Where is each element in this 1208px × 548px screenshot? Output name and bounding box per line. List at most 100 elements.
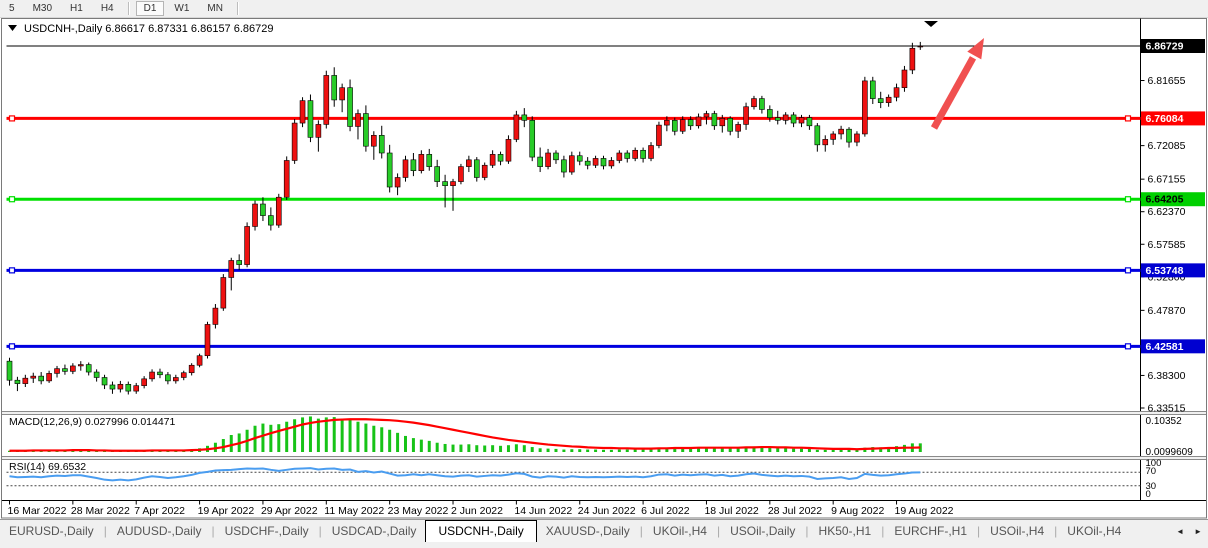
candle-body — [522, 115, 527, 120]
candle-body — [506, 139, 511, 161]
date-axis-label: 19 Aug 2022 — [895, 505, 954, 517]
candle-body — [854, 134, 859, 142]
candle-body — [759, 99, 764, 110]
price-badge-label: 6.76084 — [1146, 113, 1184, 125]
candle-body — [775, 118, 780, 121]
tab-usdcnh-daily[interactable]: USDCNH-,Daily — [425, 520, 536, 543]
candle-body — [110, 385, 115, 389]
tab-ukoil-h4[interactable]: UKOil-,H4 — [644, 521, 716, 542]
window-bottom-edge — [0, 542, 1208, 548]
candle-body — [823, 139, 828, 144]
candle-body — [300, 101, 305, 123]
candle-body — [878, 99, 883, 103]
tab-usdchf-daily[interactable]: USDCHF-,Daily — [216, 521, 318, 542]
candle-body — [173, 377, 178, 380]
candle-body — [767, 109, 772, 117]
tab-hk50-h1[interactable]: HK50-,H1 — [810, 521, 881, 542]
candle-body — [720, 118, 725, 125]
date-axis-label: 2 Jun 2022 — [451, 505, 503, 517]
candle-body — [276, 197, 281, 225]
candle-body — [633, 150, 638, 158]
candle-body — [474, 160, 479, 178]
date-axis-label: 16 Mar 2022 — [8, 505, 67, 517]
candle-body — [601, 158, 606, 165]
candle-body — [625, 153, 630, 158]
candle-body — [165, 375, 170, 381]
candle-body — [736, 124, 741, 131]
hline-handle[interactable] — [10, 197, 15, 202]
hline-handle[interactable] — [1126, 268, 1131, 273]
candle-body — [649, 146, 654, 159]
candle-body — [807, 118, 812, 126]
candle-body — [641, 150, 646, 158]
candle-body — [451, 182, 456, 186]
tab-eurchf-h1[interactable]: EURCHF-,H1 — [885, 521, 976, 542]
tab-usoil-h4[interactable]: USOil-,H4 — [981, 521, 1053, 542]
candle-body — [197, 356, 202, 366]
price-axis-label: 6.38300 — [1148, 370, 1186, 382]
candle-body — [332, 75, 337, 99]
tab-eurusd-daily[interactable]: EURUSD-,Daily — [0, 521, 103, 542]
date-axis-label: 23 May 2022 — [388, 505, 449, 517]
tab-scroll-left-icon[interactable]: ◄ — [1176, 527, 1184, 536]
candle-body — [355, 114, 360, 127]
candle-body — [31, 376, 36, 378]
date-axis-label: 29 Apr 2022 — [261, 505, 318, 517]
candle-body — [435, 167, 440, 182]
tab-ukoil-h4[interactable]: UKOil-,H4 — [1058, 521, 1130, 542]
candle-body — [387, 153, 392, 187]
candle-body — [514, 115, 519, 139]
price-badge-label: 6.42581 — [1146, 341, 1184, 353]
candle-body — [799, 118, 804, 123]
candle-body — [78, 365, 83, 366]
date-axis-label: 9 Aug 2022 — [831, 505, 884, 517]
price-chart: USDCNH-,Daily 6.86617 6.87331 6.86157 6.… — [0, 0, 1208, 548]
candle-body — [7, 361, 12, 380]
hline-handle[interactable] — [1126, 116, 1131, 121]
hline-handle[interactable] — [10, 268, 15, 273]
date-axis-label: 28 Jul 2022 — [768, 505, 822, 517]
candle-body — [47, 373, 52, 380]
candle-body — [205, 324, 210, 355]
tab-scroll-right-icon[interactable]: ► — [1194, 527, 1202, 536]
tab-usoil-daily[interactable]: USOil-,Daily — [721, 521, 804, 542]
hline-handle[interactable] — [1126, 197, 1131, 202]
date-axis-label: 6 Jul 2022 — [641, 505, 690, 517]
candle-body — [150, 372, 155, 379]
candle-body — [363, 114, 368, 147]
candle-body — [324, 75, 329, 124]
candle-body — [553, 153, 558, 160]
hline-handle[interactable] — [10, 344, 15, 349]
macd-label: MACD(12,26,9) 0.027996 0.014471 — [9, 416, 176, 428]
date-axis-label: 28 Mar 2022 — [71, 505, 130, 517]
date-axis-label: 24 Jun 2022 — [578, 505, 636, 517]
candle-body — [94, 372, 99, 377]
date-axis-label: 7 Apr 2022 — [134, 505, 185, 517]
candle-body — [593, 158, 598, 165]
candle-body — [126, 384, 131, 391]
candle-body — [902, 70, 907, 88]
date-axis-label: 18 Jul 2022 — [704, 505, 758, 517]
tab-audusd-daily[interactable]: AUDUSD-,Daily — [108, 521, 211, 542]
price-axis-label: 6.67155 — [1148, 174, 1186, 186]
candle-body — [411, 160, 416, 171]
candle-body — [221, 277, 226, 308]
candle-body — [70, 366, 75, 371]
hline-handle[interactable] — [1126, 344, 1131, 349]
tab-xauusd-daily[interactable]: XAUUSD-,Daily — [537, 521, 639, 542]
candle-body — [696, 117, 701, 126]
hline-handle[interactable] — [10, 116, 15, 121]
rsi-label: RSI(14) 69.6532 — [9, 461, 86, 473]
candle-body — [498, 154, 503, 161]
instrument-tabbar: EURUSD-,Daily|AUDUSD-,Daily|USDCHF-,Dail… — [0, 519, 1208, 542]
date-axis-label: 14 Jun 2022 — [514, 505, 572, 517]
candle-body — [886, 97, 891, 102]
candle-body — [86, 365, 91, 372]
tab-usdcad-daily[interactable]: USDCAD-,Daily — [323, 521, 426, 542]
candle-body — [744, 107, 749, 125]
candle-body — [229, 260, 234, 277]
candle-body — [538, 157, 543, 167]
candle-body — [815, 126, 820, 145]
macd-scale-label: 0.0099609 — [1146, 447, 1194, 458]
candle-body — [910, 48, 915, 70]
